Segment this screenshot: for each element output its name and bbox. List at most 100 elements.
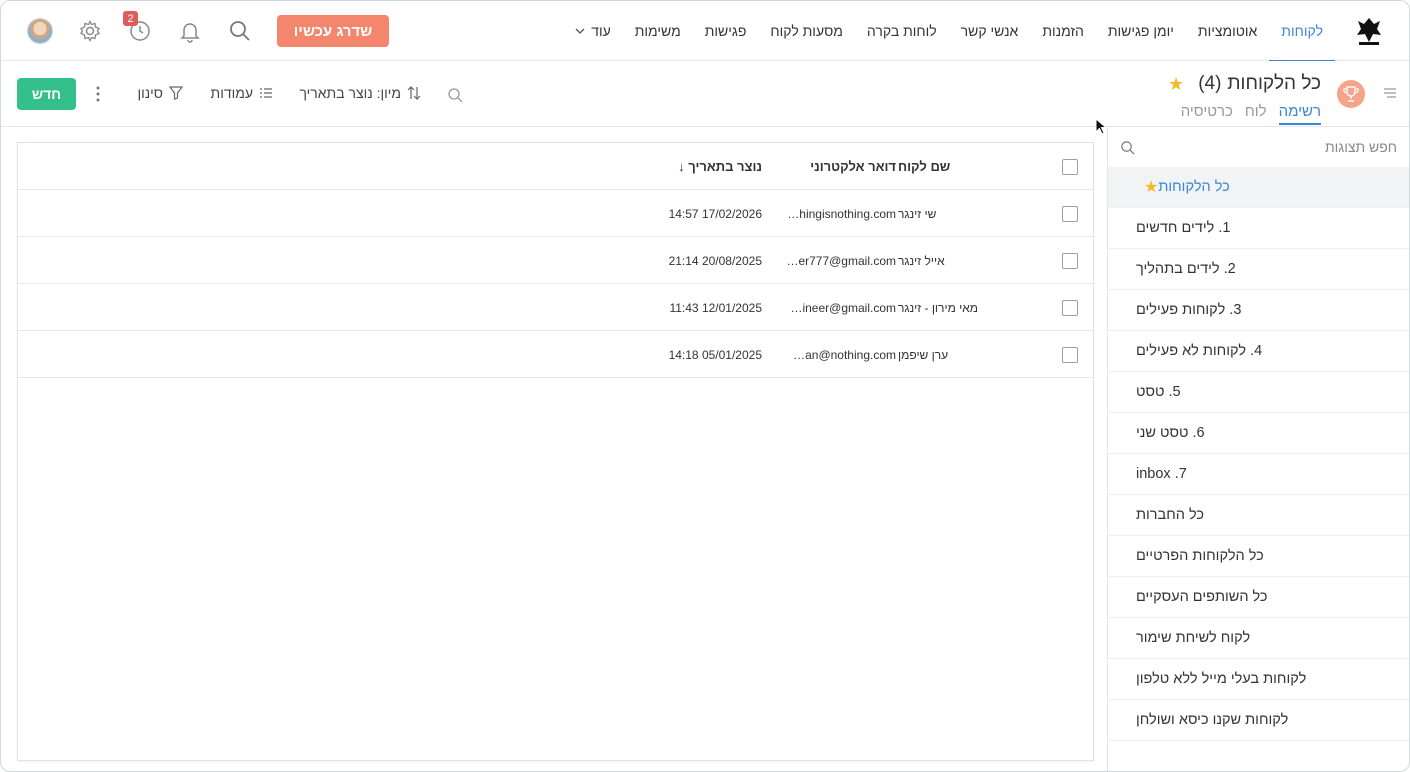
- new-record-button[interactable]: חדש: [17, 78, 76, 110]
- star-icon[interactable]: ★: [1168, 74, 1184, 95]
- gear-icon[interactable]: [78, 19, 102, 43]
- columns-label: עמודות: [210, 85, 253, 101]
- view-tabs: רשימה לוח כרטיסיה: [1181, 103, 1321, 125]
- tab-list[interactable]: רשימה: [1278, 103, 1321, 125]
- sort-arrows-icon: [407, 86, 421, 100]
- select-all-checkbox[interactable]: [1062, 158, 1078, 175]
- customers-table: שם לקוח דואר אלקטרוני ↓ נוצר בתאריך שי ז…: [17, 142, 1094, 761]
- top-navigation: לקוחות אוטומציות יומן פגישות הזמנות אנשי…: [1, 1, 1409, 62]
- sidebar-item-bought-chair-table[interactable]: לקוחות שקנו כיסא ושולחן: [1108, 700, 1409, 741]
- more-options-icon[interactable]: [93, 85, 103, 103]
- sidebar-item-label: 6. טסט שני: [1136, 425, 1205, 441]
- sort-label: מיון: נוצר בתאריך: [299, 85, 401, 101]
- row-checkbox[interactable]: [1062, 346, 1078, 363]
- sidebar-item-label: 1. לידים חדשים: [1136, 220, 1231, 236]
- sidebar-item-label: 5. טסט: [1136, 384, 1181, 400]
- table-row[interactable]: אייל זינגר …er777@gmail.com 21:14 20/08/…: [18, 237, 1093, 284]
- filter-label: סינון: [137, 85, 163, 101]
- filter-funnel-icon: [169, 86, 183, 100]
- views-search: [1108, 127, 1409, 167]
- sidebar-item-leads-in-progress[interactable]: 2. לידים בתהליך: [1108, 249, 1409, 290]
- nav-item-tasks[interactable]: משימות: [623, 1, 693, 61]
- mouse-cursor-icon: [1095, 118, 1107, 135]
- sidebar-item-label: כל הלקוחות הפרטיים: [1136, 548, 1264, 564]
- nav-item-meetings[interactable]: פגישות: [693, 1, 759, 61]
- brand-logo-icon[interactable]: [1353, 15, 1385, 47]
- select-all-cell: [1061, 143, 1079, 190]
- row-checkbox[interactable]: [1062, 252, 1078, 269]
- table-row[interactable]: שי זינגר …hingisnothing.com 14:57 17/02/…: [18, 190, 1093, 237]
- row-checkbox[interactable]: [1062, 299, 1078, 316]
- sidebar-item-test-two[interactable]: 6. טסט שני: [1108, 413, 1409, 454]
- tab-card[interactable]: כרטיסיה: [1181, 103, 1233, 125]
- sidebar-item-new-leads[interactable]: 1. לידים חדשים: [1108, 208, 1409, 249]
- nav-item-automations[interactable]: אוטומציות: [1186, 1, 1269, 61]
- page-title: כל הלקוחות (4) ★: [1168, 73, 1321, 95]
- sidebar-item-active-customers[interactable]: 3. לקוחות פעילים: [1108, 290, 1409, 331]
- sort-button[interactable]: מיון: נוצר בתאריך: [299, 85, 421, 101]
- row-check-cell: [1061, 331, 1079, 378]
- nav-item-customer-journeys[interactable]: מסעות לקוח: [758, 1, 855, 61]
- view-header: כל הלקוחות (4) ★ רשימה לוח כרטיסיה מיון:…: [1, 61, 1409, 127]
- sidebar-item-label: כל הלקוחות: [1158, 179, 1230, 195]
- sidebar-item-label: כל השותפים העסקיים: [1136, 589, 1268, 605]
- row-checkbox[interactable]: [1062, 205, 1078, 222]
- sidebar-item-all-private-customers[interactable]: כל הלקוחות הפרטיים: [1108, 536, 1409, 577]
- main-menu: לקוחות אוטומציות יומן פגישות הזמנות אנשי…: [563, 1, 1335, 62]
- views-search-input[interactable]: [1157, 139, 1397, 155]
- sidebar-item-inbox[interactable]: inbox .7: [1108, 454, 1409, 495]
- list-menu-icon[interactable]: [1383, 87, 1397, 99]
- nav-item-dashboards[interactable]: לוחות בקרה: [855, 1, 949, 61]
- cell-email: …hingisnothing.com: [787, 206, 896, 221]
- nav-item-more[interactable]: עוד: [563, 1, 623, 61]
- column-header-created[interactable]: ↓ נוצר בתאריך: [618, 143, 762, 190]
- search-icon: [1121, 140, 1135, 154]
- table-row[interactable]: מאי מירון - זינגר …ineer@gmail.com 11:43…: [18, 284, 1093, 331]
- table-search-icon[interactable]: [447, 87, 463, 103]
- sidebar-item-all-companies[interactable]: כל החברות: [1108, 495, 1409, 536]
- sidebar-item-all-business-partners[interactable]: כל השותפים העסקיים: [1108, 577, 1409, 618]
- sidebar-item-label: 2. לידים בתהליך: [1136, 261, 1236, 277]
- sidebar-item-email-no-phone[interactable]: לקוחות בעלי מייל ללא טלפון: [1108, 659, 1409, 700]
- notification-badge: 2: [123, 11, 138, 26]
- filter-button[interactable]: סינון: [137, 85, 183, 101]
- columns-list-icon: [260, 88, 272, 98]
- row-check-cell: [1061, 284, 1079, 331]
- column-header-name[interactable]: שם לקוח: [898, 143, 1030, 190]
- sidebar-item-inactive-customers[interactable]: 4. לקוחות לא פעילים: [1108, 331, 1409, 372]
- sidebar-item-label: לקוח לשיחת שימור: [1136, 630, 1251, 646]
- search-icon[interactable]: [228, 19, 252, 43]
- upgrade-now-button[interactable]: שדרג עכשיו: [277, 15, 389, 47]
- cell-email: …an@nothing.com: [793, 347, 896, 362]
- sidebar-item-label: כל החברות: [1136, 507, 1204, 523]
- cell-name[interactable]: ערן שיפמן: [898, 331, 1030, 378]
- tab-board[interactable]: לוח: [1245, 103, 1267, 125]
- star-icon: ★: [1144, 179, 1159, 196]
- sidebar-item-all-customers[interactable]: ★ כל הלקוחות: [1108, 167, 1409, 208]
- columns-button[interactable]: עמודות: [211, 85, 273, 101]
- cell-created: 14:18 05/01/2025: [668, 347, 762, 362]
- sidebar-item-retention-call[interactable]: לקוח לשיחת שימור: [1108, 618, 1409, 659]
- cell-created: 21:14 20/08/2025: [668, 253, 762, 268]
- views-sidebar: ★ כל הלקוחות 1. לידים חדשים 2. לידים בתה…: [1107, 127, 1409, 771]
- column-header-email[interactable]: דואר אלקטרוני: [778, 143, 896, 190]
- sidebar-item-label: 4. לקוחות לא פעילים: [1136, 343, 1263, 359]
- sidebar-item-test[interactable]: 5. טסט: [1108, 372, 1409, 413]
- cell-name[interactable]: מאי מירון - זינגר: [898, 284, 1030, 331]
- cell-created: 11:43 12/01/2025: [669, 300, 762, 315]
- cell-name[interactable]: שי זינגר: [898, 190, 1030, 237]
- cell-email: …ineer@gmail.com: [790, 300, 896, 315]
- nav-item-contacts[interactable]: אנשי קשר: [949, 1, 1031, 61]
- nav-item-orders[interactable]: הזמנות: [1030, 1, 1096, 61]
- nav-item-meetings-calendar[interactable]: יומן פגישות: [1096, 1, 1186, 61]
- cell-name[interactable]: אייל זינגר: [898, 237, 1030, 284]
- nav-item-customers[interactable]: לקוחות: [1269, 1, 1335, 62]
- bell-icon[interactable]: [178, 19, 202, 43]
- table-header-row: שם לקוח דואר אלקטרוני ↓ נוצר בתאריך: [18, 143, 1093, 190]
- nav-more-label: עוד: [591, 23, 611, 39]
- app-window: לקוחות אוטומציות יומן פגישות הזמנות אנשי…: [0, 0, 1410, 772]
- sidebar-item-label: 3. לקוחות פעילים: [1136, 302, 1242, 318]
- page-title-text: כל הלקוחות: [1227, 73, 1321, 94]
- table-row[interactable]: ערן שיפמן …an@nothing.com 14:18 05/01/20…: [18, 331, 1093, 378]
- user-avatar[interactable]: [27, 18, 53, 44]
